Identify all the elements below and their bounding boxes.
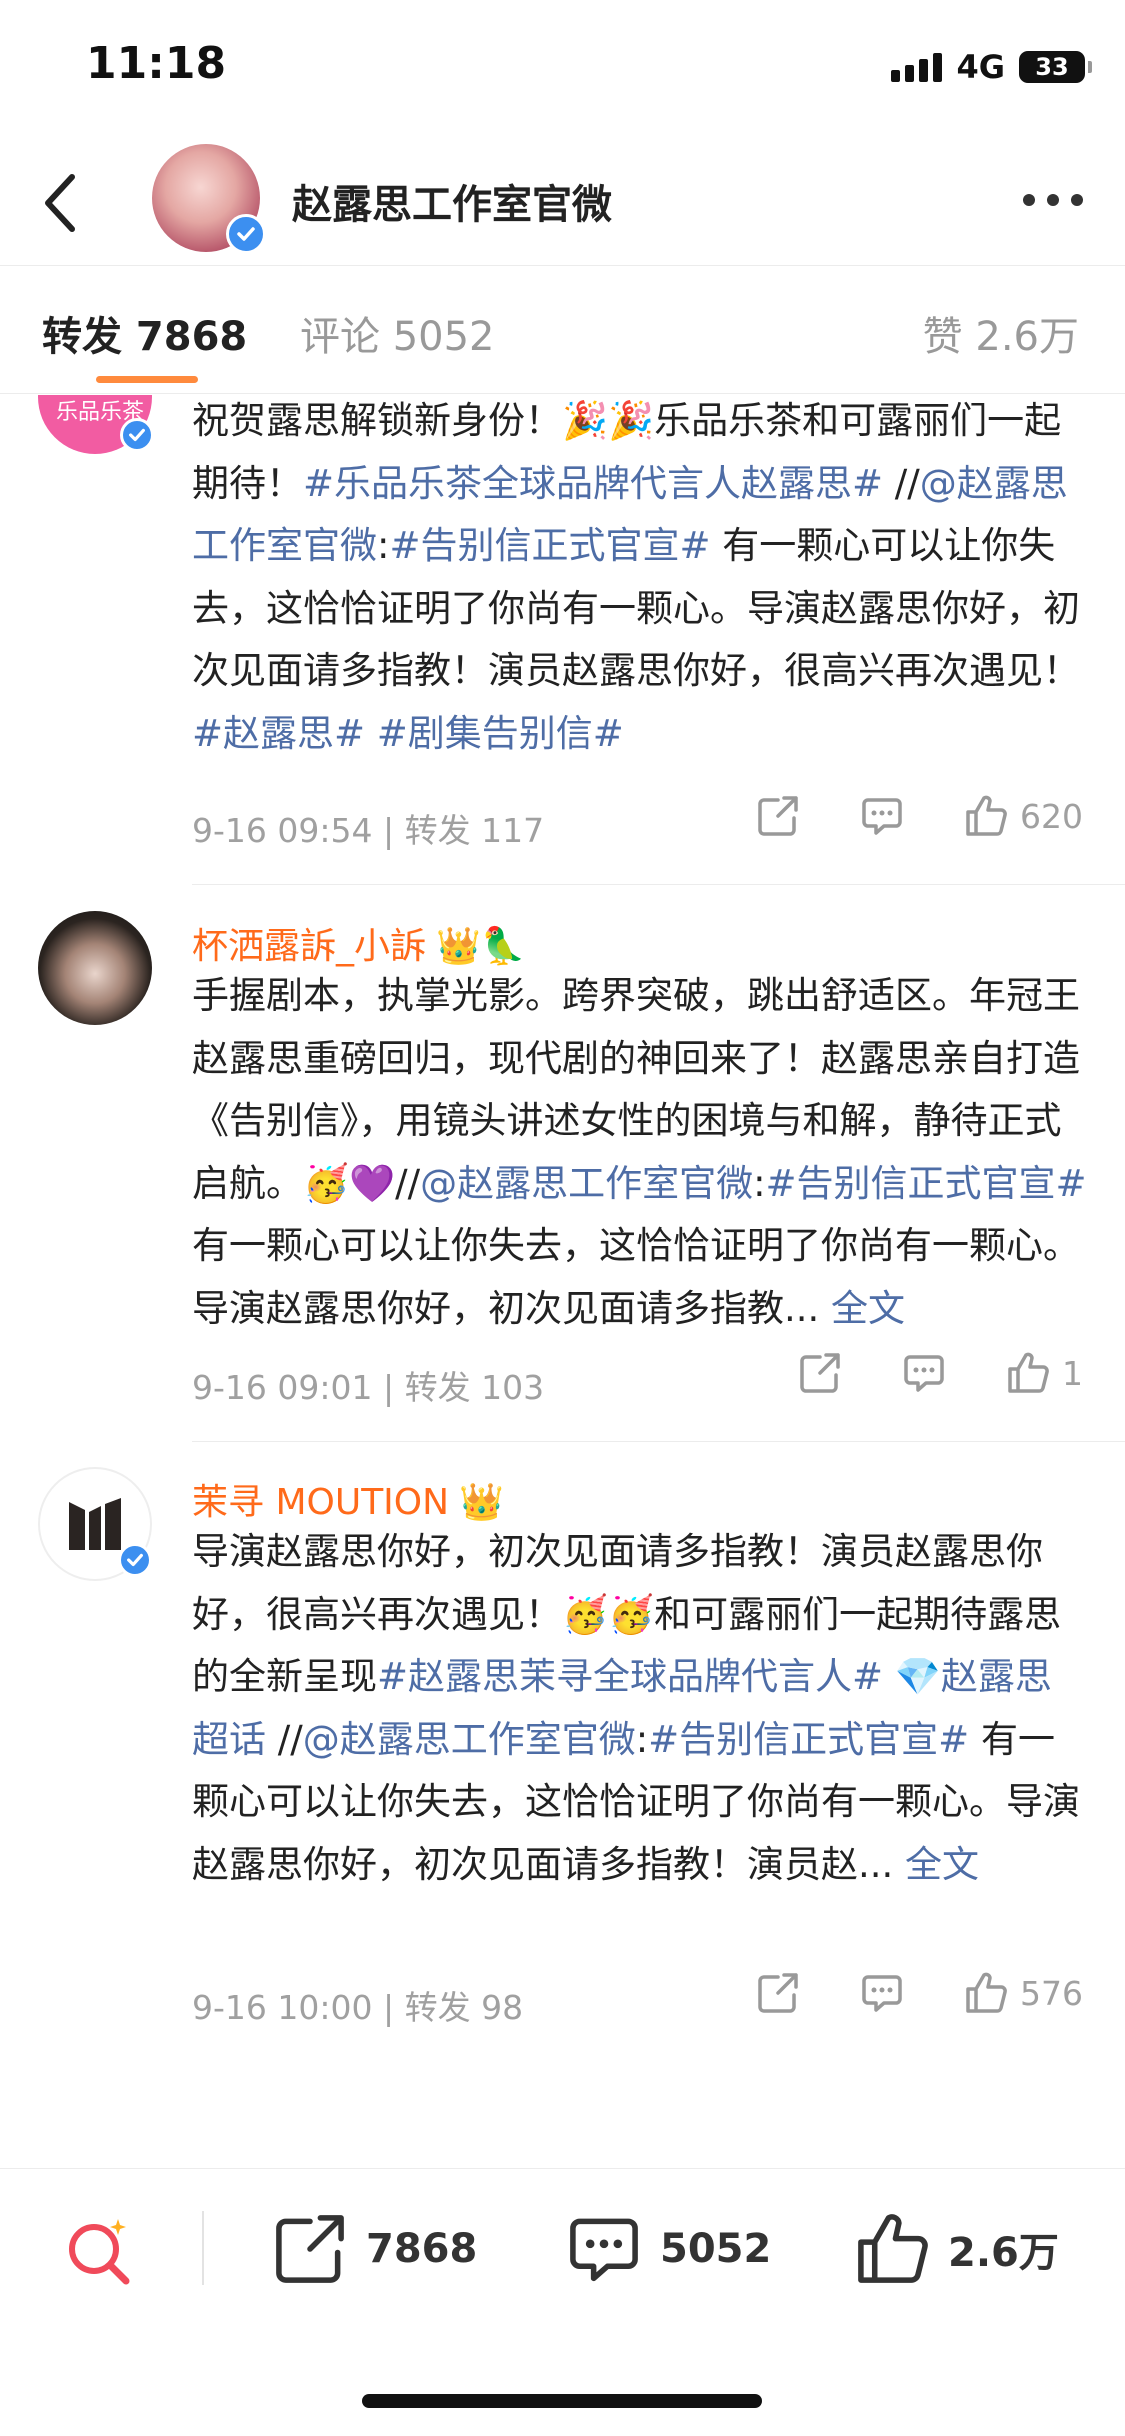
status-time: 11:18 xyxy=(86,38,227,89)
author-avatar[interactable] xyxy=(152,144,266,254)
post-meta: 9-16 09:54 | 转发 117 xyxy=(192,811,545,850)
battery-level: 33 xyxy=(1035,53,1069,81)
topic-link[interactable]: @赵露思工作室官微 xyxy=(420,1162,753,1205)
avatar[interactable] xyxy=(38,1467,152,1581)
verified-icon xyxy=(120,418,154,452)
comment-button[interactable] xyxy=(860,1971,904,2015)
brand-logo-icon xyxy=(69,1498,121,1550)
post-text-segment: // xyxy=(883,461,920,505)
post-text-segment: : xyxy=(753,1161,766,1205)
home-indicator xyxy=(362,2394,762,2408)
share-icon xyxy=(758,796,798,836)
topic-link[interactable]: 全文 xyxy=(831,1287,905,1330)
like-count: 576 xyxy=(1020,1973,1083,2013)
divider xyxy=(192,884,1125,885)
post-text-segment: // xyxy=(266,1717,303,1761)
status-bar: 11:18 4G 33 xyxy=(0,0,1125,140)
verified-icon xyxy=(226,214,266,254)
post-text-segment xyxy=(365,712,377,755)
share-icon xyxy=(800,1353,840,1393)
like-button[interactable]: 2.6万 xyxy=(854,2211,1059,2287)
user-badge-icons: 👑 xyxy=(459,1482,504,1523)
comment-button[interactable] xyxy=(860,794,904,838)
comment-icon xyxy=(862,798,902,835)
network-label: 4G xyxy=(956,48,1005,86)
like-count: 1 xyxy=(1062,1353,1083,1393)
search-button[interactable] xyxy=(62,2213,136,2287)
tab-like[interactable]: 赞 2.6万 xyxy=(923,304,1079,362)
topic-link[interactable]: 全文 xyxy=(905,1843,979,1886)
post-meta: 9-16 09:01 | 转发 103 xyxy=(192,1368,545,1407)
topic-link[interactable]: #乐品乐茶全球品牌代言人赵露思# xyxy=(303,462,883,505)
like-button[interactable]: 576 xyxy=(964,1971,1083,2015)
divider xyxy=(192,1441,1125,1442)
post-text-segment: : xyxy=(635,1717,649,1761)
bottom-action-bar: 7868 5052 2.6万 xyxy=(0,2168,1125,2324)
repost-list[interactable]: 乐品乐茶 祝贺露思解锁新身份！🎉🎉乐品乐茶和可露丽们一起期待！#乐品乐茶全球品牌… xyxy=(0,395,1125,2170)
share-icon xyxy=(758,1973,798,2013)
back-button[interactable] xyxy=(30,168,90,238)
like-count: 620 xyxy=(1020,796,1083,836)
thumbs-up-icon xyxy=(1008,1352,1049,1393)
like-count: 2.6万 xyxy=(948,2230,1059,2276)
tab-comment[interactable]: 评论 5052 xyxy=(300,304,495,362)
username[interactable]: 茉寻 MOUTION 👑 xyxy=(192,1473,504,1525)
tab-repost[interactable]: 转发 7868 xyxy=(42,304,247,362)
battery-icon: 33 xyxy=(1019,51,1092,83)
topic-link[interactable]: #告别信正式官宣# xyxy=(648,1718,969,1761)
topic-link[interactable]: #赵露思茉寻全球品牌代言人# xyxy=(377,1655,883,1698)
tab-active-indicator xyxy=(96,376,198,383)
verified-icon xyxy=(118,1543,152,1577)
user-badge-icons: 👑🦜 xyxy=(436,926,526,967)
topic-link[interactable]: #告别信正式官宣# xyxy=(766,1162,1087,1205)
post-text: 祝贺露思解锁新身份！🎉🎉乐品乐茶和可露丽们一起期待！#乐品乐茶全球品牌代言人赵露… xyxy=(192,395,1087,765)
post-text: 导演赵露思你好，初次见面请多指教！演员赵露思你好，很高兴再次遇见！🥳🥳和可露丽们… xyxy=(192,1521,1087,1896)
page-title[interactable]: 赵露思工作室官微 xyxy=(292,172,612,230)
topic-link[interactable]: #剧集告别信# xyxy=(377,712,624,755)
thumbs-up-icon xyxy=(966,1972,1007,2013)
username[interactable]: 杯洒露訴_小訴 👑🦜 xyxy=(192,917,526,969)
thumbs-up-icon xyxy=(858,2214,928,2283)
comment-button[interactable]: 5052 xyxy=(566,2211,771,2287)
like-button[interactable]: 1 xyxy=(1006,1351,1083,1395)
comment-icon xyxy=(904,1355,944,1392)
post-text-segment: : xyxy=(377,524,390,567)
avatar[interactable] xyxy=(38,911,152,1025)
comment-icon xyxy=(862,1975,902,2012)
divider xyxy=(202,2211,204,2285)
post-meta: 9-16 10:00 | 转发 98 xyxy=(192,1988,524,2027)
back-arrow-icon xyxy=(45,174,75,232)
share-button[interactable] xyxy=(798,1351,842,1395)
like-button[interactable]: 620 xyxy=(964,794,1083,838)
more-dots-icon[interactable] xyxy=(1023,194,1083,206)
post-text-segment: 有一颗心可以让你失去，这恰恰证明了你尚有一颗心。导演赵露思你好，初次见面请多指教… xyxy=(192,1224,1080,1330)
share-icon xyxy=(276,2215,344,2283)
header: 赵露思工作室官微 xyxy=(0,140,1125,266)
comment-icon xyxy=(570,2218,638,2282)
post-text: 手握剧本，执掌光影。跨界突破，跳出舒适区。年冠王赵露思重磅回归，现代剧的神回来了… xyxy=(192,965,1087,1340)
thumbs-up-icon xyxy=(966,795,1007,836)
comment-count: 5052 xyxy=(660,2226,772,2272)
post-actions: 576 xyxy=(696,1971,1083,2015)
share-button[interactable] xyxy=(756,1971,800,2015)
search-icon xyxy=(69,2219,130,2285)
tab-bar: 转发 7868 评论 5052 赞 2.6万 xyxy=(0,266,1125,394)
post-actions: 1 xyxy=(738,1351,1083,1395)
repost-button[interactable]: 7868 xyxy=(272,2211,477,2287)
topic-link[interactable]: #告别信正式官宣# xyxy=(389,524,710,567)
topic-link[interactable]: #赵露思# xyxy=(192,712,365,755)
repost-count: 7868 xyxy=(366,2226,478,2272)
post-text-segment xyxy=(883,1655,895,1698)
post-actions: 620 xyxy=(696,794,1083,838)
topic-link[interactable]: @赵露思工作室官微 xyxy=(303,1718,636,1761)
signal-icon xyxy=(891,52,943,82)
share-button[interactable] xyxy=(756,794,800,838)
comment-button[interactable] xyxy=(902,1351,946,1395)
status-indicators: 4G 33 xyxy=(891,48,1092,86)
avatar[interactable]: 乐品乐茶 xyxy=(38,395,154,454)
